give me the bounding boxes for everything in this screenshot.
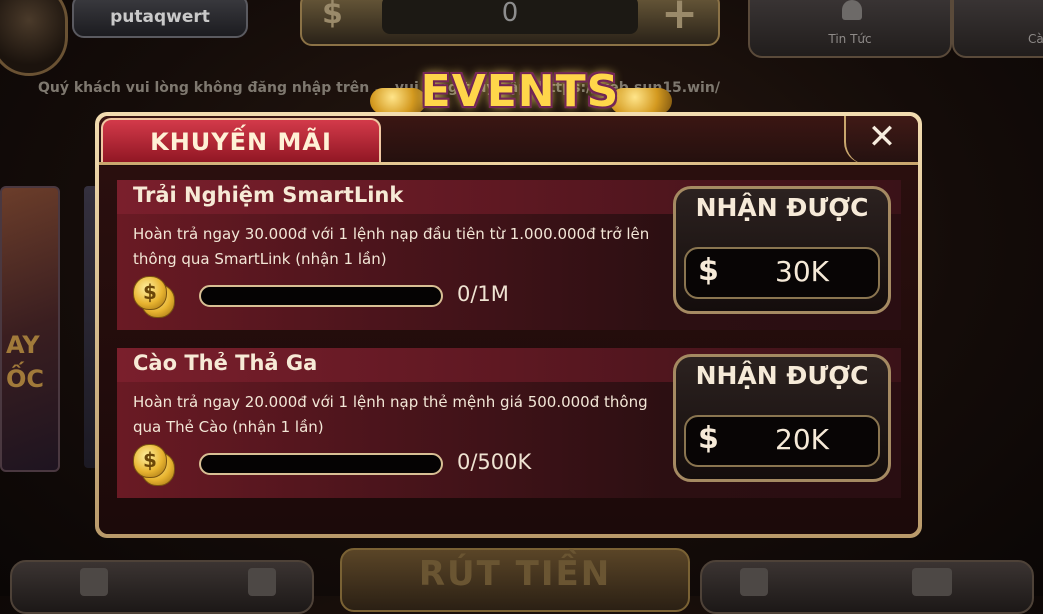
tab-promotions[interactable]: KHUYẾN MÃI xyxy=(101,118,381,164)
agent-icon[interactable] xyxy=(248,568,276,596)
add-funds-button[interactable]: + xyxy=(661,0,698,39)
progress-bar xyxy=(199,453,443,475)
promotions-modal: KHUYẾN MÃI ✕ Trải Nghiệm SmartLink Hoàn … xyxy=(95,112,922,538)
claim-reward-button[interactable]: NHẬN ĐƯỢC $ 30K xyxy=(673,186,891,314)
modal-panel: KHUYẾN MÃI ✕ Trải Nghiệm SmartLink Hoàn … xyxy=(99,116,918,534)
progress-bar xyxy=(199,285,443,307)
top-bar: putaqwert $ 0 + Tin Tức Cà xyxy=(0,0,1043,76)
reward-label: NHẬN ĐƯỢC xyxy=(695,361,869,390)
settings-button[interactable]: Cà xyxy=(952,0,1043,58)
balance-box: $ 0 + xyxy=(300,0,720,46)
promotion-title: Trải Nghiệm SmartLink xyxy=(133,183,404,207)
reward-label: NHẬN ĐƯỢC xyxy=(695,193,869,222)
withdraw-button[interactable]: RÚT TIỀN xyxy=(340,548,690,612)
reward-amount: 20K xyxy=(775,423,829,456)
withdraw-label: RÚT TIỀN xyxy=(418,554,612,594)
promotion-description: Hoàn trả ngay 20.000đ với 1 lệnh nạp thẻ… xyxy=(133,393,648,436)
chat-icon[interactable] xyxy=(912,568,952,596)
close-button[interactable]: ✕ xyxy=(844,116,918,164)
claim-reward-button[interactable]: NHẬN ĐƯỢC $ 20K xyxy=(673,354,891,482)
balance-value: 0 xyxy=(382,0,638,34)
dollar-icon: $ xyxy=(698,253,719,288)
reward-amount: 30K xyxy=(775,255,829,288)
bell-icon xyxy=(842,0,862,20)
modal-body: Trải Nghiệm SmartLink Hoàn trả ngay 30.0… xyxy=(99,166,918,534)
close-icon: ✕ xyxy=(867,117,897,157)
events-title-text: EVENTS xyxy=(420,66,620,117)
promotion-card-scratch-card: Cào Thẻ Thả Ga Hoàn trả ngay 20.000đ với… xyxy=(117,348,901,498)
header-divider xyxy=(99,162,918,165)
coin-icon: $ xyxy=(133,276,175,318)
modal-header: KHUYẾN MÃI ✕ xyxy=(99,116,918,164)
username-field[interactable]: putaqwert xyxy=(72,0,248,38)
settings-label: Cà xyxy=(1028,32,1043,46)
reward-amount-box: $ 30K xyxy=(684,247,880,299)
coin-icon: $ xyxy=(133,444,175,486)
promotion-title: Cào Thẻ Thả Ga xyxy=(133,351,318,375)
phone-icon[interactable] xyxy=(740,568,768,596)
dollar-icon: $ xyxy=(322,0,343,31)
progress-text: 0/1M xyxy=(457,282,509,306)
progress-text: 0/500K xyxy=(457,450,532,474)
news-label: Tin Tức xyxy=(828,32,872,46)
promotion-description: Hoàn trả ngay 30.000đ với 1 lệnh nạp đầu… xyxy=(133,225,650,268)
tab-promotions-label: KHUYẾN MÃI xyxy=(150,128,332,156)
reward-amount-box: $ 20K xyxy=(684,415,880,467)
side-banner[interactable]: AY ỐC xyxy=(0,186,60,472)
gift-icon[interactable] xyxy=(80,568,108,596)
promotion-card-smartlink: Trải Nghiệm SmartLink Hoàn trả ngay 30.0… xyxy=(117,180,901,330)
news-button[interactable]: Tin Tức xyxy=(748,0,952,58)
avatar[interactable] xyxy=(0,0,68,76)
dollar-icon: $ xyxy=(698,421,719,456)
side-banner-text: AY ỐC xyxy=(6,331,45,393)
